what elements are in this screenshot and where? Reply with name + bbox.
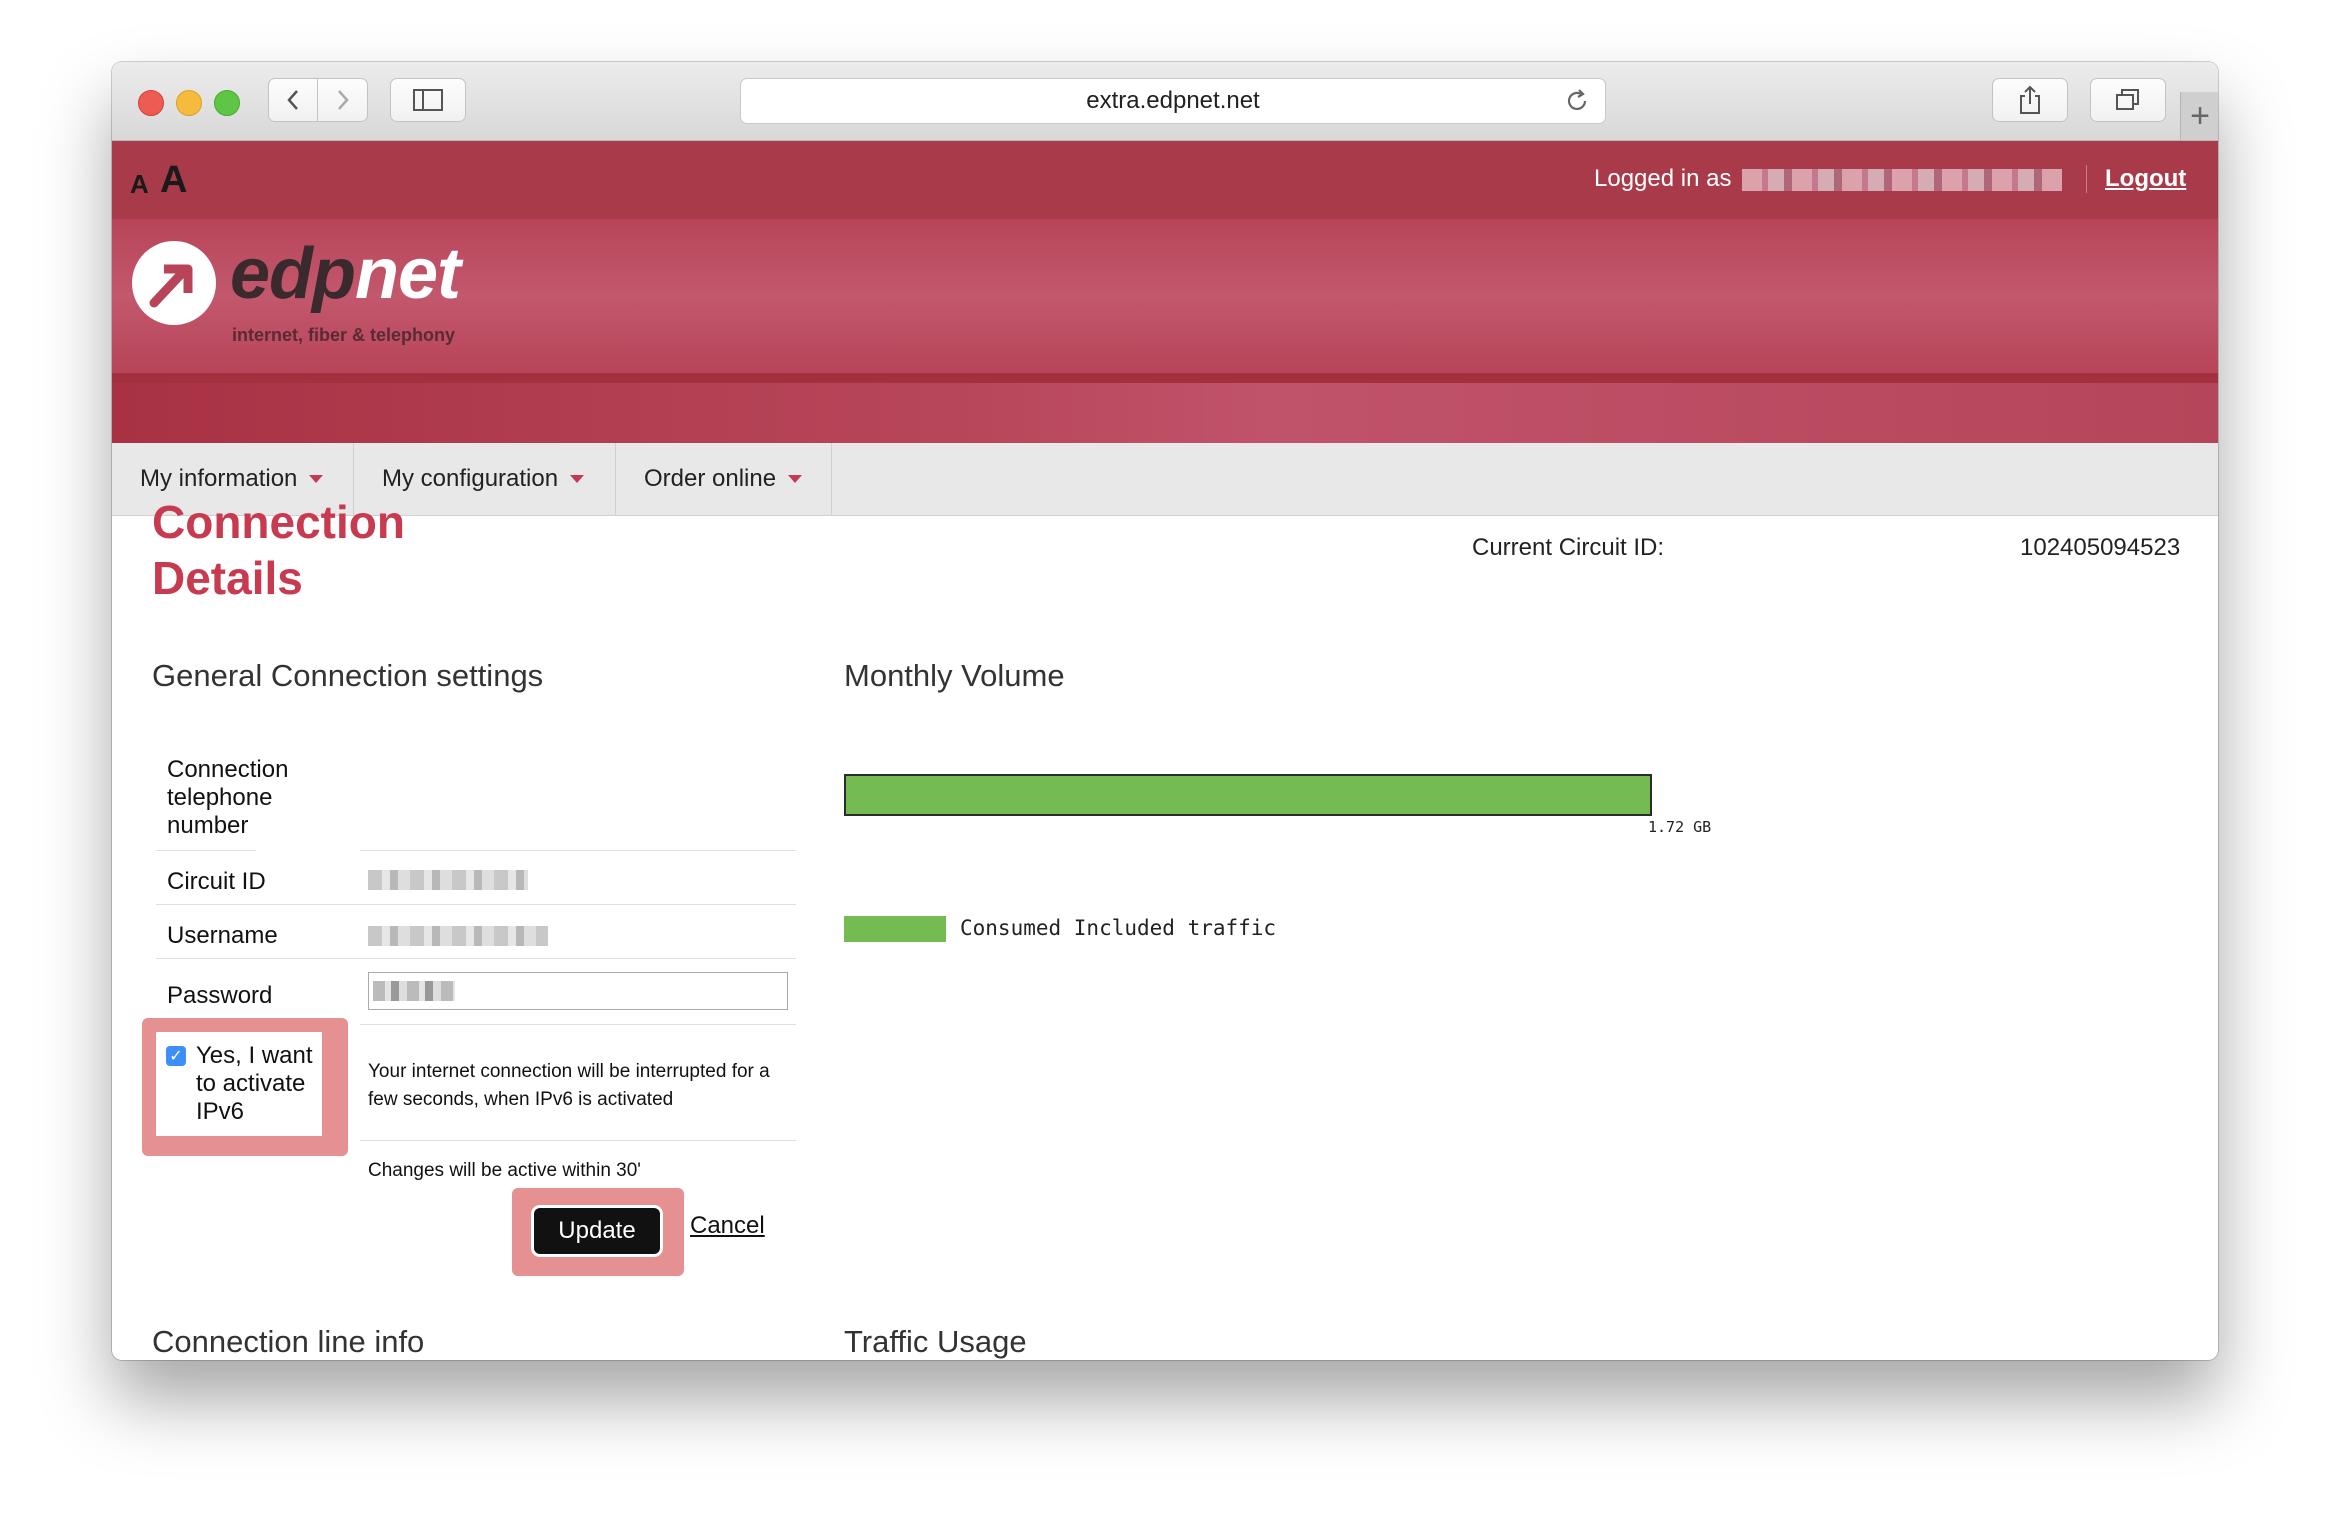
header-stripe (112, 373, 2218, 383)
ipv6-checkbox[interactable]: ✓ (166, 1046, 186, 1066)
minimize-window-button[interactable] (176, 90, 202, 116)
logo-prefix: edp (230, 234, 356, 314)
chevron-right-icon (337, 90, 349, 110)
caret-down-icon (309, 475, 324, 483)
chevron-left-icon (287, 90, 298, 110)
share-button[interactable] (1992, 78, 2068, 122)
row-divider (156, 958, 796, 959)
monthly-volume-fill (846, 776, 1650, 814)
connection-line-info-heading: Connection line info (152, 1324, 425, 1359)
legend-swatch (844, 916, 946, 942)
redacted-username (1742, 169, 2062, 191)
logo-suffix: net (355, 234, 461, 314)
menu-label: Order online (644, 465, 777, 492)
zoom-window-button[interactable] (214, 90, 240, 116)
monthly-volume-bar (844, 774, 1652, 816)
cancel-link[interactable]: Cancel (690, 1212, 765, 1240)
circuit-id-label: Circuit ID (167, 868, 266, 895)
redacted-password (373, 981, 455, 1001)
logo-tagline: internet, fiber & telephony (232, 325, 456, 345)
back-button[interactable] (268, 78, 318, 122)
caret-down-icon (570, 475, 585, 483)
logo-mark-icon[interactable] (132, 241, 216, 325)
general-settings-heading: General Connection settings (152, 658, 544, 693)
tabs-icon (2116, 89, 2139, 110)
update-highlight: Update (512, 1188, 684, 1276)
password-field[interactable] (368, 972, 788, 1010)
redacted-username-value (368, 926, 548, 946)
show-tabs-button[interactable] (2090, 78, 2166, 122)
phone-number-label: Connection telephone number (167, 756, 289, 839)
font-size-large-button[interactable]: A (160, 159, 187, 202)
menu-label: My information (140, 465, 298, 492)
ipv6-warning-text: Your internet connection will be interru… (368, 1061, 770, 1110)
font-size-small-button[interactable]: A (130, 169, 149, 200)
close-window-button[interactable] (138, 90, 164, 116)
address-bar[interactable]: extra.edpnet.net (740, 78, 1606, 124)
logout-link[interactable]: Logout (2086, 165, 2186, 193)
site-header: A A Logged in as Logout edpnet internet,… (112, 141, 2218, 516)
username-label: Username (167, 922, 278, 949)
plus-icon: + (2190, 96, 2210, 135)
url-text: extra.edpnet.net (1086, 87, 1260, 114)
redacted-circuit-id (368, 870, 528, 890)
password-label: Password (167, 982, 273, 1009)
checkmark-icon: ✓ (169, 1048, 183, 1065)
update-button[interactable]: Update (534, 1208, 660, 1254)
sidebar-toggle-button[interactable] (390, 78, 466, 122)
row-divider (360, 1024, 796, 1025)
ipv6-highlight: ✓ Yes, I want to activate IPv6 (142, 1018, 348, 1156)
top-bar: A A Logged in as Logout (112, 141, 2218, 219)
traffic-usage-heading: Traffic Usage (844, 1324, 1027, 1359)
changes-note: Changes will be active within 30' (368, 1160, 641, 1181)
ipv6-checkbox-label[interactable]: Yes, I want to activate IPv6 (196, 1042, 320, 1126)
caret-down-icon (788, 475, 803, 483)
reload-icon[interactable] (1563, 87, 1591, 115)
row-divider (360, 850, 796, 851)
logged-in-label: Logged in as (1594, 165, 1732, 192)
new-tab-button[interactable]: + (2180, 92, 2218, 140)
share-icon (2020, 85, 2040, 114)
browser-window: extra.edpnet.net + A A Logged in as Logo… (112, 62, 2218, 1360)
menu-label: My configuration (382, 465, 559, 492)
row-divider (156, 850, 256, 851)
current-circuit-value: 102405094523 (2020, 534, 2181, 561)
page-title: Connection Details (152, 496, 405, 604)
legend-label: Consumed Included traffic (960, 916, 1277, 940)
browser-toolbar: extra.edpnet.net + (112, 62, 2218, 141)
menu-order-online[interactable]: Order online (616, 443, 832, 515)
forward-button[interactable] (318, 78, 368, 122)
arrow-logo-icon (149, 264, 193, 308)
sidebar-icon (413, 89, 443, 111)
monthly-volume-heading: Monthly Volume (844, 658, 1065, 693)
current-circuit-label: Current Circuit ID: (1472, 534, 1665, 561)
row-divider (360, 1140, 796, 1141)
ipv6-option[interactable]: ✓ Yes, I want to activate IPv6 (156, 1032, 322, 1136)
monthly-volume-value: 1.72 GB (1648, 818, 1712, 836)
row-divider (156, 904, 796, 905)
logo-wordmark[interactable]: edpnet (230, 233, 461, 315)
